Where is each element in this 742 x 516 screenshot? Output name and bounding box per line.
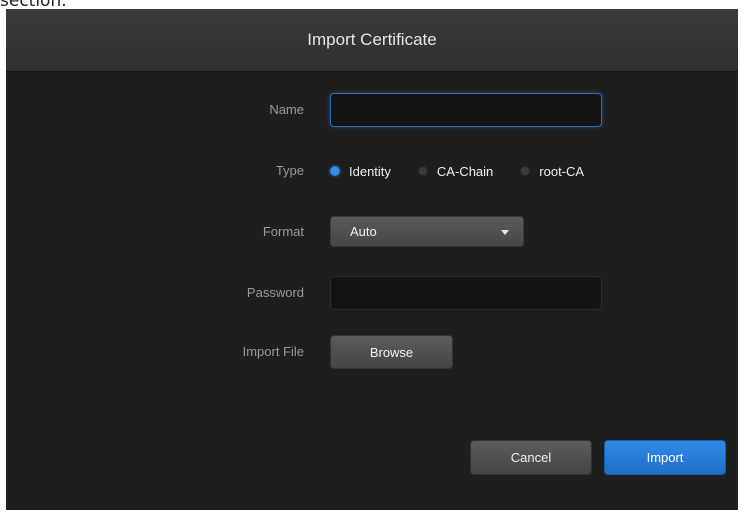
type-row: Type Identity CA-Chain root-CA xyxy=(6,154,738,188)
format-row: Format Auto xyxy=(6,216,738,250)
browse-button-label: Browse xyxy=(369,344,414,360)
password-row: Password xyxy=(6,276,738,310)
format-select[interactable]: Auto xyxy=(330,216,524,247)
caret-down-icon xyxy=(501,230,509,235)
cancel-button[interactable]: Cancel xyxy=(470,440,592,475)
import-file-label: Import File xyxy=(242,344,304,359)
type-option-label: root-CA xyxy=(539,163,585,179)
type-option-root-ca[interactable]: root-CA xyxy=(520,164,584,179)
import-certificate-dialog: Import Certificate Name Type Identity CA… xyxy=(6,9,738,510)
radio-checked-icon[interactable] xyxy=(330,166,340,176)
format-selected-value: Auto xyxy=(350,224,377,239)
name-label: Name xyxy=(269,102,304,117)
cancel-button-label: Cancel xyxy=(510,450,552,465)
import-button-label: Import xyxy=(646,450,684,465)
dialog-header: Import Certificate xyxy=(6,9,738,72)
type-option-identity[interactable]: Identity xyxy=(330,164,391,179)
password-label: Password xyxy=(246,285,304,300)
import-file-row: Import File Browse xyxy=(6,335,738,369)
format-label: Format xyxy=(262,224,304,239)
name-row: Name xyxy=(6,93,738,127)
type-label: Type xyxy=(275,163,304,178)
type-radio-group: Identity CA-Chain root-CA xyxy=(330,154,611,188)
dialog-title: Import Certificate xyxy=(307,30,437,49)
type-option-label: CA-Chain xyxy=(436,163,494,179)
type-option-ca-chain[interactable]: CA-Chain xyxy=(417,163,494,179)
password-input[interactable] xyxy=(330,276,602,310)
browse-button[interactable]: Browse xyxy=(330,335,453,369)
radio-unchecked-icon[interactable] xyxy=(520,166,531,176)
import-button[interactable]: Import xyxy=(604,440,726,475)
radio-unchecked-icon[interactable] xyxy=(417,166,428,176)
name-input[interactable] xyxy=(330,93,602,127)
type-option-label: Identity xyxy=(349,163,391,179)
